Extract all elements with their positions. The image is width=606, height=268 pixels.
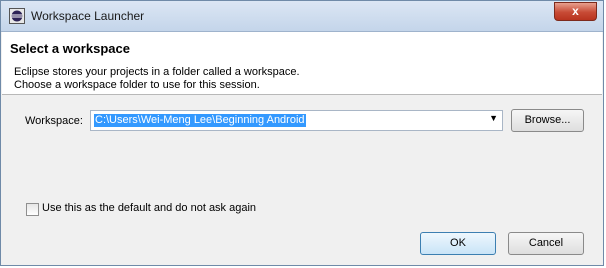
- eclipse-icon: [9, 8, 25, 24]
- workspace-path-value[interactable]: C:\Users\Wei-Meng Lee\Beginning Android: [94, 114, 306, 127]
- description-line-2: Choose a workspace folder to use for thi…: [14, 79, 260, 91]
- title-bar[interactable]: Workspace Launcher x: [1, 1, 603, 32]
- page-title: Select a workspace: [10, 41, 130, 56]
- workspace-combo[interactable]: C:\Users\Wei-Meng Lee\Beginning Android …: [90, 110, 503, 131]
- window-title: Workspace Launcher: [31, 9, 145, 23]
- chevron-down-icon[interactable]: ▼: [489, 113, 498, 123]
- default-checkbox[interactable]: [26, 203, 39, 216]
- header-panel: Select a workspace Eclipse stores your p…: [2, 32, 602, 95]
- cancel-button[interactable]: Cancel: [508, 232, 584, 255]
- default-checkbox-label[interactable]: Use this as the default and do not ask a…: [42, 202, 256, 214]
- ok-button[interactable]: OK: [420, 232, 496, 255]
- browse-button[interactable]: Browse...: [511, 109, 584, 132]
- close-icon: x: [572, 4, 579, 18]
- workspace-label: Workspace:: [25, 115, 83, 127]
- close-button[interactable]: x: [554, 2, 597, 21]
- header-description: Eclipse stores your projects in a folder…: [14, 66, 300, 92]
- description-line-1: Eclipse stores your projects in a folder…: [14, 66, 300, 78]
- workspace-launcher-dialog: Workspace Launcher x Select a workspace …: [0, 0, 604, 266]
